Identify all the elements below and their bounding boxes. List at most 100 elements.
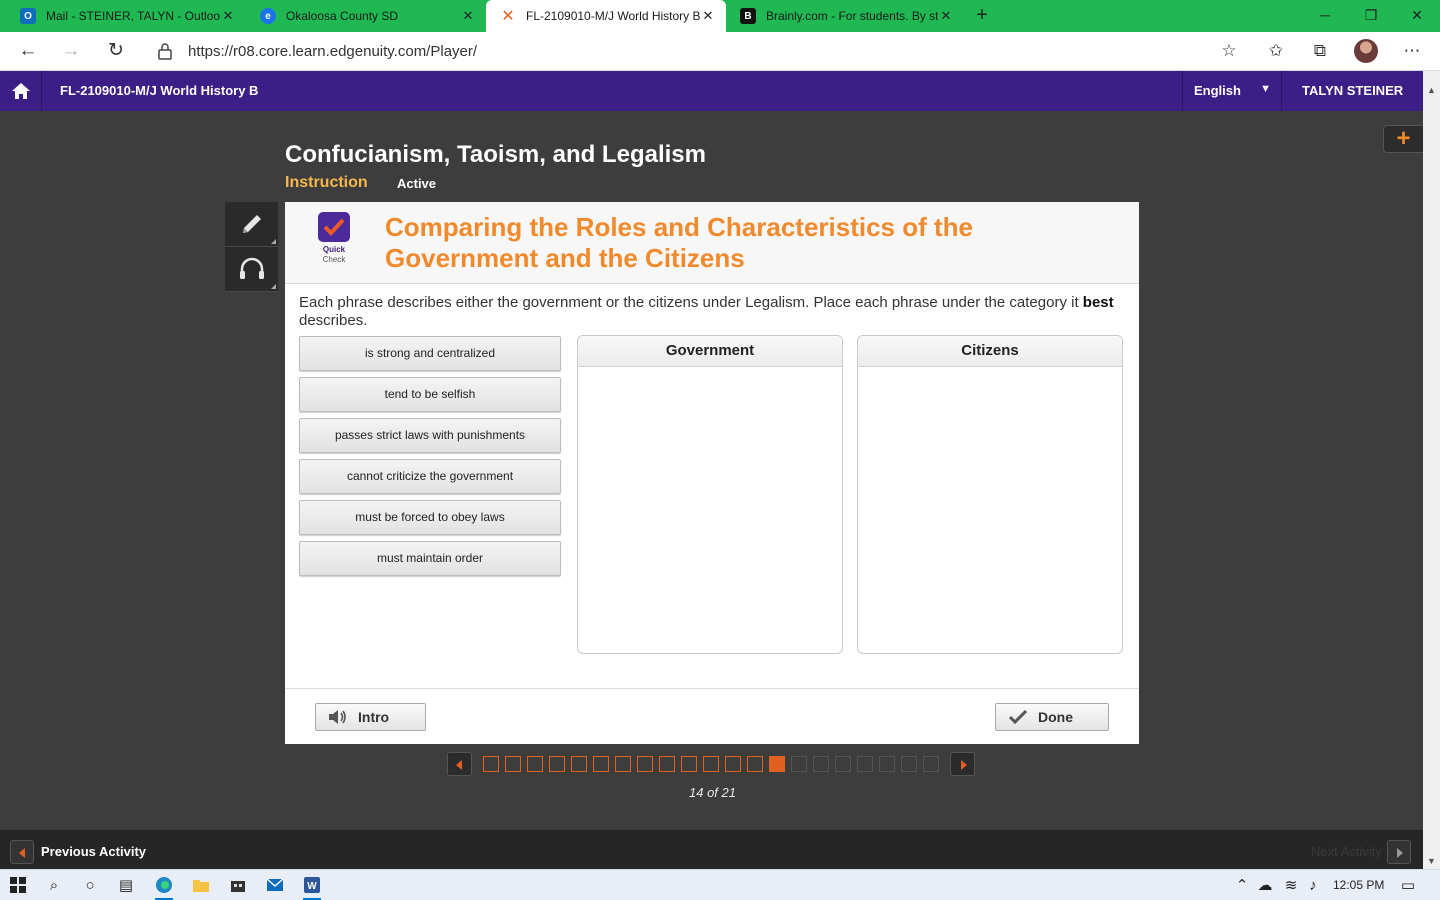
intro-button[interactable]: Intro xyxy=(315,703,426,731)
activity-header: Quick Check Comparing the Roles and Char… xyxy=(285,202,1139,284)
pager-box-16[interactable] xyxy=(813,756,829,772)
refresh-button[interactable]: ↻ xyxy=(102,38,130,66)
edge-icon[interactable] xyxy=(152,874,176,900)
done-button[interactable]: Done xyxy=(995,703,1109,731)
draggable-option[interactable]: must be forced to obey laws xyxy=(299,500,561,535)
file-explorer-icon[interactable] xyxy=(189,874,213,896)
store-icon[interactable] xyxy=(226,874,250,896)
done-label: Done xyxy=(1038,709,1073,725)
pager-box-2[interactable] xyxy=(505,756,521,772)
browser-tab-okaloosa[interactable]: e Okaloosa County SD ✕ xyxy=(246,0,486,32)
home-button[interactable] xyxy=(0,71,42,111)
task-view-icon[interactable]: ▤ xyxy=(114,874,138,896)
forward-button[interactable]: → xyxy=(57,38,85,66)
tab-title: Mail - STEINER, TALYN - Outlook xyxy=(46,9,220,23)
pager-box-21[interactable] xyxy=(923,756,939,772)
onedrive-icon[interactable]: ☁ xyxy=(1253,874,1277,896)
pager-box-20[interactable] xyxy=(901,756,917,772)
pager-box-7[interactable] xyxy=(615,756,631,772)
draggable-option[interactable]: is strong and centralized xyxy=(299,336,561,371)
government-drop-zone[interactable] xyxy=(578,367,842,653)
notifications-icon[interactable]: ▭ xyxy=(1396,874,1420,896)
new-tab-button[interactable]: + xyxy=(970,4,994,28)
expand-plus-button[interactable]: + xyxy=(1383,125,1423,153)
pager-box-1[interactable] xyxy=(483,756,499,772)
close-window-button[interactable]: ✕ xyxy=(1394,0,1440,32)
pencil-tool-button[interactable] xyxy=(225,202,278,247)
pager-box-14[interactable] xyxy=(769,756,785,772)
draggable-option[interactable]: cannot criticize the government xyxy=(299,459,561,494)
wifi-icon[interactable]: ≋ xyxy=(1279,874,1303,896)
draggable-option[interactable]: must maintain order xyxy=(299,541,561,576)
pager-box-8[interactable] xyxy=(637,756,653,772)
pager-box-3[interactable] xyxy=(527,756,543,772)
lesson-title: Confucianism, Taoism, and Legalism xyxy=(285,141,706,168)
audio-tool-button[interactable] xyxy=(225,247,278,292)
pager-box-5[interactable] xyxy=(571,756,587,772)
pager-box-4[interactable] xyxy=(549,756,565,772)
next-activity-label: Next Activity xyxy=(1311,844,1382,859)
search-icon[interactable]: ⌕ xyxy=(42,874,66,896)
previous-activity-label[interactable]: Previous Activity xyxy=(41,844,146,859)
category-header: Government xyxy=(578,336,842,367)
pager-box-11[interactable] xyxy=(703,756,719,772)
draggable-option[interactable]: tend to be selfish xyxy=(299,377,561,412)
close-tab-icon[interactable]: ✕ xyxy=(938,8,954,24)
next-activity-button xyxy=(1387,840,1411,864)
draggable-option[interactable]: passes strict laws with punishments xyxy=(299,418,561,453)
volume-icon[interactable]: ♪ xyxy=(1301,874,1325,896)
browser-tab-edgenuity[interactable]: ✕ FL-2109010-M/J World History B ✕ xyxy=(486,0,726,32)
browser-tab-brainly[interactable]: B Brainly.com - For students. By student… xyxy=(726,0,964,32)
mail-icon[interactable] xyxy=(263,874,287,896)
word-icon[interactable]: W xyxy=(300,874,324,900)
address-bar: ← → ↻ https://r08.core.learn.edgenuity.c… xyxy=(0,32,1440,71)
scroll-up-icon[interactable]: ▲ xyxy=(1427,85,1436,95)
pager-box-13[interactable] xyxy=(747,756,763,772)
pager-box-9[interactable] xyxy=(659,756,675,772)
cortana-icon[interactable]: ○ xyxy=(78,874,102,896)
svg-text:W: W xyxy=(307,881,317,892)
close-tab-icon[interactable]: ✕ xyxy=(700,8,716,24)
user-name[interactable]: TALYN STEINER xyxy=(1302,83,1403,98)
pager-box-18[interactable] xyxy=(857,756,873,772)
collections-icon[interactable]: ⧉ xyxy=(1307,39,1333,65)
pager-box-17[interactable] xyxy=(835,756,851,772)
lock-icon[interactable] xyxy=(157,42,173,60)
chevron-up-icon[interactable]: ⌃ xyxy=(1230,874,1254,896)
page-scrollbar[interactable]: ▲ ▼ xyxy=(1423,71,1440,869)
citizens-drop-zone[interactable] xyxy=(858,367,1122,653)
tab-title: Brainly.com - For students. By students xyxy=(766,9,938,23)
more-menu-icon[interactable]: ⋯ xyxy=(1399,39,1425,65)
close-tab-icon[interactable]: ✕ xyxy=(220,8,236,24)
back-button[interactable]: ← xyxy=(14,38,42,66)
previous-activity-button[interactable] xyxy=(10,840,34,864)
language-select[interactable]: English ▼ xyxy=(1182,71,1282,111)
add-favorite-icon[interactable]: ☆ xyxy=(1216,39,1242,65)
instruction-emphasis: best xyxy=(1082,294,1114,311)
system-clock[interactable]: 12:05 PM xyxy=(1333,878,1384,892)
pager-box-15[interactable] xyxy=(791,756,807,772)
windows-taskbar: ⌕ ○ ▤ W ⌃ ☁ ≋ ♪ 12:05 PM ▭ xyxy=(0,869,1440,900)
instructions-text: Each phrase describes either the governm… xyxy=(299,294,1129,330)
pager-box-10[interactable] xyxy=(681,756,697,772)
close-tab-icon[interactable]: ✕ xyxy=(460,8,476,24)
pager-box-6[interactable] xyxy=(593,756,609,772)
status-label: Active xyxy=(397,176,437,191)
badge-line-2: Check xyxy=(322,255,346,264)
pager-box-19[interactable] xyxy=(879,756,895,772)
intro-label: Intro xyxy=(358,709,390,725)
pager-box-12[interactable] xyxy=(725,756,741,772)
checkmark-icon xyxy=(1008,709,1028,725)
scroll-down-icon[interactable]: ▼ xyxy=(1427,856,1436,866)
pager-prev-button[interactable] xyxy=(447,752,472,776)
browser-tab-outlook[interactable]: O Mail - STEINER, TALYN - Outlook ✕ xyxy=(6,0,246,32)
quick-check-label: Quick Check xyxy=(310,245,358,265)
url-input[interactable]: https://r08.core.learn.edgenuity.com/Pla… xyxy=(188,43,477,60)
restore-button[interactable]: ❐ xyxy=(1348,0,1394,32)
pager-next-button[interactable] xyxy=(950,752,975,776)
category-citizens: Citizens xyxy=(857,335,1123,654)
windows-start-icon[interactable] xyxy=(6,874,30,896)
favorites-icon[interactable]: ✩ xyxy=(1263,39,1289,65)
minimize-button[interactable]: ─ xyxy=(1302,0,1348,32)
profile-avatar[interactable] xyxy=(1354,39,1378,63)
